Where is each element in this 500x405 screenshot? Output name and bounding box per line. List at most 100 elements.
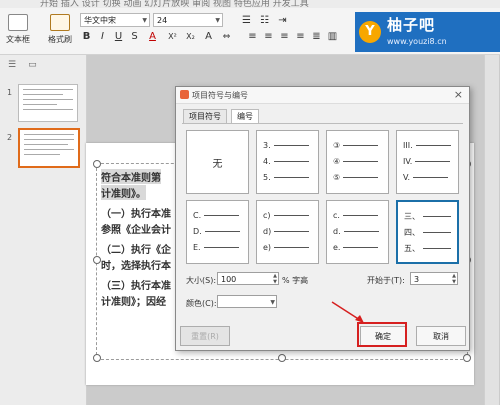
slides-view-icon[interactable]: ▭ — [28, 60, 37, 72]
resize-handle[interactable] — [278, 354, 286, 362]
color-select[interactable]: ▼ — [217, 295, 277, 308]
text-spacing-icon[interactable]: ⇔ — [220, 30, 233, 44]
color-label: 颜色(C): — [186, 299, 217, 308]
slide-thumbnail-1[interactable] — [18, 84, 78, 122]
option-marker: E. — [193, 243, 201, 252]
font-name-select[interactable]: 华文中宋 ▼ — [80, 13, 150, 27]
shadow-button[interactable]: S — [128, 30, 141, 44]
numbering-option-none[interactable]: 无 — [186, 130, 249, 194]
option-marker: 五、 — [404, 244, 420, 253]
ribbon-tabs-text: 开始 插入 设计 切换 动画 幻灯片放映 审阅 视图 特色应用 开发工具 — [40, 0, 309, 8]
font-size-select[interactable]: 24 ▼ — [153, 13, 223, 27]
underline-button[interactable]: U — [112, 30, 125, 44]
option-marker: d) — [263, 227, 272, 236]
format-painter-label: 格式刷 — [48, 35, 72, 44]
close-icon[interactable]: × — [454, 88, 463, 101]
numbering-option-circled[interactable]: ③ ④ ⑤ — [326, 130, 389, 194]
option-marker: 3. — [263, 141, 271, 150]
slide-text-line: （三）执行本准 — [101, 281, 171, 292]
slide-text-line: （一）执行本准 — [101, 209, 171, 220]
slide-text-line: 参照《企业会计 — [101, 225, 171, 236]
start-at-input[interactable]: 3 ▲ ▼ — [410, 272, 458, 285]
tab-numbering[interactable]: 编号 — [231, 109, 259, 124]
columns-icon[interactable]: ▥ — [326, 30, 339, 44]
slide-text-line: 计准则》；因经 — [101, 297, 166, 308]
textbox-label: 文本框 — [6, 35, 30, 44]
reset-button[interactable]: 重置(R) — [180, 326, 230, 346]
resize-handle[interactable] — [93, 256, 101, 264]
bold-button[interactable]: B — [80, 30, 93, 44]
align-right-icon[interactable]: ≡ — [278, 30, 291, 44]
bullets-numbering-dialog: 项目符号与编号 × 项目符号 编号 无 3. 4. 5. ③ ④ ⑤ III. … — [175, 86, 470, 351]
numbering-option-arabic[interactable]: 3. 4. 5. — [256, 130, 319, 194]
option-marker: c. — [333, 211, 340, 220]
chevron-down-icon: ▼ — [270, 299, 275, 306]
vertical-scrollbar[interactable] — [484, 55, 499, 405]
numbering-option-roman[interactable]: III. IV. V. — [396, 130, 459, 194]
logo-icon: Y — [359, 21, 381, 43]
option-marker: C. — [193, 211, 202, 220]
tab-bullets[interactable]: 项目符号 — [183, 109, 227, 123]
textbox-icon — [8, 14, 28, 31]
size-value: 100 — [221, 275, 237, 284]
tab-divider — [182, 123, 463, 124]
none-label: 无 — [212, 159, 223, 170]
option-marker: V. — [403, 173, 410, 182]
size-input[interactable]: 100 ▲ ▼ — [217, 272, 279, 285]
slide-text-line: 时，选择执行本 — [101, 261, 171, 272]
outline-view-icon[interactable]: ☰ — [8, 60, 16, 72]
dialog-titlebar[interactable]: 项目符号与编号 × — [176, 87, 469, 104]
italic-button[interactable]: I — [96, 30, 109, 44]
slide-text-line: （二）执行《企 — [101, 245, 171, 256]
start-at-value: 3 — [414, 275, 420, 284]
numbering-option-upper-alpha[interactable]: C. D. E. — [186, 200, 249, 264]
align-left-icon[interactable]: ≡ — [246, 30, 259, 44]
superscript-icon[interactable]: X² — [166, 30, 179, 44]
resize-handle[interactable] — [93, 354, 101, 362]
font-color-button[interactable]: A — [146, 30, 159, 44]
option-marker: d. — [333, 227, 341, 236]
subscript-icon[interactable]: X₂ — [184, 30, 197, 44]
distribute-icon[interactable]: ≣ — [310, 30, 323, 44]
size-unit-label: % 字高 — [282, 276, 309, 285]
clear-format-button[interactable]: A — [202, 30, 215, 44]
numbering-icon[interactable]: ☷ — [258, 14, 271, 28]
option-marker: c) — [263, 211, 271, 220]
annotation-arrow-icon — [331, 301, 364, 323]
bullets-icon[interactable]: ☰ — [240, 14, 253, 28]
indent-icon[interactable]: ⇥ — [276, 14, 289, 28]
watermark-url: www.youzi8.cn — [387, 37, 447, 46]
cancel-button[interactable]: 取消 — [416, 326, 466, 346]
watermark-title: 柚子吧 — [387, 16, 436, 34]
option-marker: ⑤ — [333, 173, 341, 182]
slide-thumbnail-2[interactable] — [18, 128, 80, 168]
panel-view-switch: ☰ ▭ — [8, 60, 37, 72]
spinner-icon[interactable]: ▲ ▼ — [273, 273, 277, 285]
option-marker: IV. — [403, 157, 413, 166]
option-marker: III. — [403, 141, 413, 150]
resize-handle[interactable] — [93, 160, 101, 168]
size-label: 大小(S): — [186, 276, 217, 285]
justify-icon[interactable]: ≡ — [294, 30, 307, 44]
app-icon — [180, 90, 189, 99]
font-size-value: 24 — [157, 16, 168, 25]
textbox-button[interactable]: 文本框 — [6, 14, 30, 45]
slide-text-line: 计准则》。 — [101, 185, 146, 200]
thumb-number-2: 2 — [7, 133, 13, 142]
highlight-box — [357, 322, 407, 347]
numbering-option-lower-alpha-dot[interactable]: c. d. e. — [326, 200, 389, 264]
resize-handle[interactable] — [463, 354, 471, 362]
option-marker: ③ — [333, 141, 341, 150]
slide-text-line: 符合本准则第 — [101, 169, 161, 184]
ribbon-tabs-strip: 开始 插入 设计 切换 动画 幻灯片放映 审阅 视图 特色应用 开发工具 — [0, 0, 500, 8]
align-center-icon[interactable]: ≡ — [262, 30, 275, 44]
start-at-label: 开始于(T): — [367, 276, 405, 285]
chevron-down-icon: ▼ — [215, 17, 220, 24]
format-painter-button[interactable]: 格式刷 — [48, 14, 72, 45]
chevron-down-icon: ▼ — [142, 17, 147, 24]
numbering-option-lower-alpha-paren[interactable]: c) d) e) — [256, 200, 319, 264]
paintbrush-icon — [50, 14, 70, 31]
numbering-option-chinese[interactable]: 三、 四、 五、 — [396, 200, 459, 264]
spinner-icon[interactable]: ▲ ▼ — [452, 273, 456, 285]
option-marker: 5. — [263, 173, 271, 182]
